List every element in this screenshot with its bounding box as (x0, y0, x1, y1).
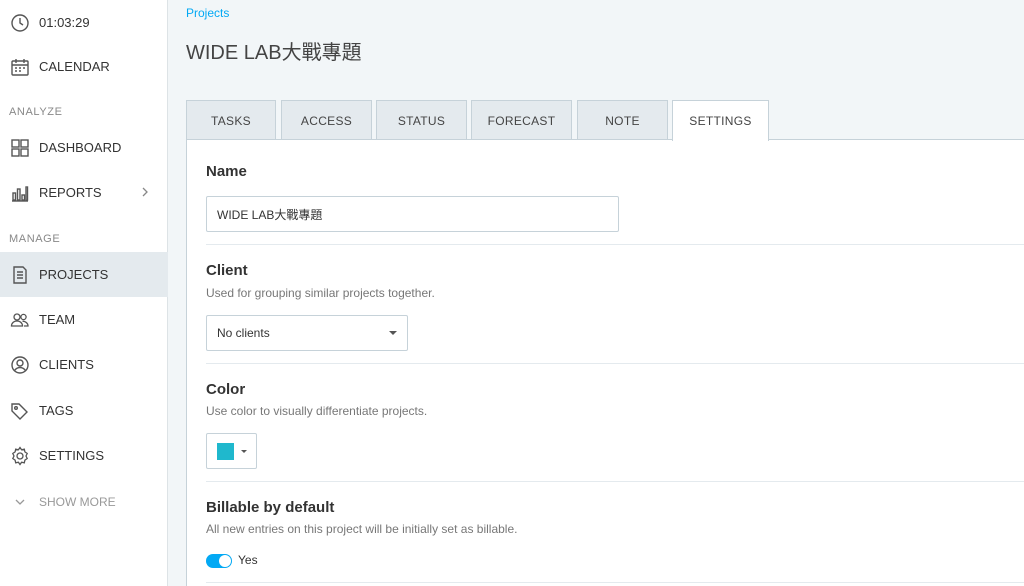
billable-toggle-label: Yes (238, 553, 258, 567)
color-picker[interactable] (206, 433, 257, 469)
sidebar-item-timer[interactable]: 01:03:29 (0, 0, 168, 45)
section-label-manage: MANAGE (9, 233, 61, 245)
client-label: Client (206, 262, 248, 279)
color-description: Use color to visually differentiate proj… (206, 404, 428, 418)
tab-forecast[interactable]: FORECAST (471, 100, 572, 140)
show-more-label: SHOW MORE (39, 494, 116, 509)
chevron-down-icon (10, 492, 30, 512)
section-label-analyze: ANALYZE (9, 106, 63, 118)
project-name-input[interactable] (206, 196, 619, 232)
bar-chart-icon (10, 183, 30, 203)
sidebar-item-team[interactable]: TEAM (0, 297, 168, 342)
divider (206, 244, 1024, 245)
calendar-icon (10, 57, 30, 77)
caret-down-icon (389, 331, 397, 335)
sidebar-item-label: DASHBOARD (39, 140, 122, 155)
page-title: WIDE LAB大戰專題 (186, 42, 362, 64)
sidebar-item-dashboard[interactable]: DASHBOARD (0, 125, 168, 170)
billable-label: Billable by default (206, 499, 335, 516)
billable-toggle[interactable] (206, 554, 232, 568)
dashboard-icon (10, 138, 30, 158)
toggle-knob (219, 555, 231, 567)
breadcrumb[interactable]: Projects (186, 6, 229, 20)
team-icon (10, 310, 30, 330)
settings-panel: Name Client Used for grouping similar pr… (186, 139, 1024, 586)
color-label: Color (206, 381, 246, 398)
color-swatch (217, 443, 234, 460)
sidebar-item-settings[interactable]: SETTINGS (0, 433, 168, 478)
sidebar-item-projects[interactable]: PROJECTS (0, 252, 168, 297)
sidebar-item-label: TEAM (39, 312, 76, 327)
tab-tasks[interactable]: TASKS (186, 100, 276, 140)
sidebar-item-clients[interactable]: CLIENTS (0, 342, 168, 387)
client-icon (10, 355, 30, 375)
billable-description: All new entries on this project will be … (206, 522, 518, 536)
sidebar-item-label: PROJECTS (39, 267, 109, 282)
divider (206, 363, 1024, 364)
tab-note[interactable]: NOTE (577, 100, 668, 140)
sidebar-item-label: TAGS (39, 403, 74, 418)
sidebar-item-calendar[interactable]: CALENDAR (0, 44, 168, 89)
divider (206, 582, 1024, 583)
client-select-value: No clients (217, 326, 270, 340)
client-description: Used for grouping similar projects toget… (206, 286, 435, 300)
chevron-right-icon (140, 184, 150, 200)
tag-icon (10, 401, 30, 421)
tab-access[interactable]: ACCESS (281, 100, 372, 140)
sidebar-item-tags[interactable]: TAGS (0, 388, 168, 433)
caret-down-icon (241, 450, 247, 453)
tab-status[interactable]: STATUS (376, 100, 467, 140)
sidebar-item-label: REPORTS (39, 185, 102, 200)
tab-settings[interactable]: SETTINGS (672, 100, 769, 141)
sidebar-item-label: SETTINGS (39, 448, 105, 463)
sidebar-item-label: CLIENTS (39, 357, 94, 372)
divider (206, 481, 1024, 482)
client-select[interactable]: No clients (206, 315, 408, 351)
gear-icon (10, 445, 30, 466)
sidebar: 01:03:29 CALENDAR ANALYZE DASHBOARD REPO… (0, 0, 168, 586)
show-more-button[interactable]: SHOW MORE (0, 479, 168, 524)
timer-label: 01:03:29 (39, 15, 90, 30)
name-label: Name (206, 163, 247, 180)
clock-icon (10, 13, 30, 33)
sidebar-item-label: CALENDAR (39, 59, 110, 74)
sidebar-item-reports[interactable]: REPORTS (0, 170, 168, 215)
document-icon (10, 265, 30, 285)
